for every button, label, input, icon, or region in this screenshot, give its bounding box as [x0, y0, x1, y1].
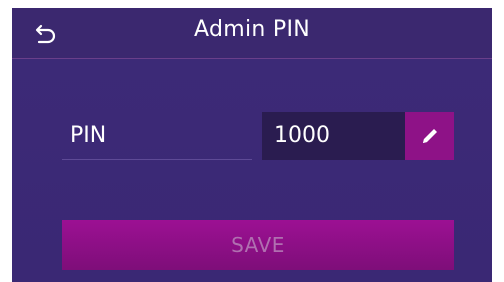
save-button[interactable]: SAVE	[62, 220, 454, 270]
admin-pin-screen: Admin PIN PIN 1000 SAVE	[12, 8, 492, 282]
pin-field[interactable]: 1000	[262, 112, 405, 160]
pin-label: PIN	[62, 112, 252, 160]
page-title: Admin PIN	[193, 17, 311, 42]
header-bar: Admin PIN	[12, 8, 492, 59]
edit-pin-button[interactable]	[405, 112, 454, 160]
pencil-icon	[422, 129, 437, 143]
